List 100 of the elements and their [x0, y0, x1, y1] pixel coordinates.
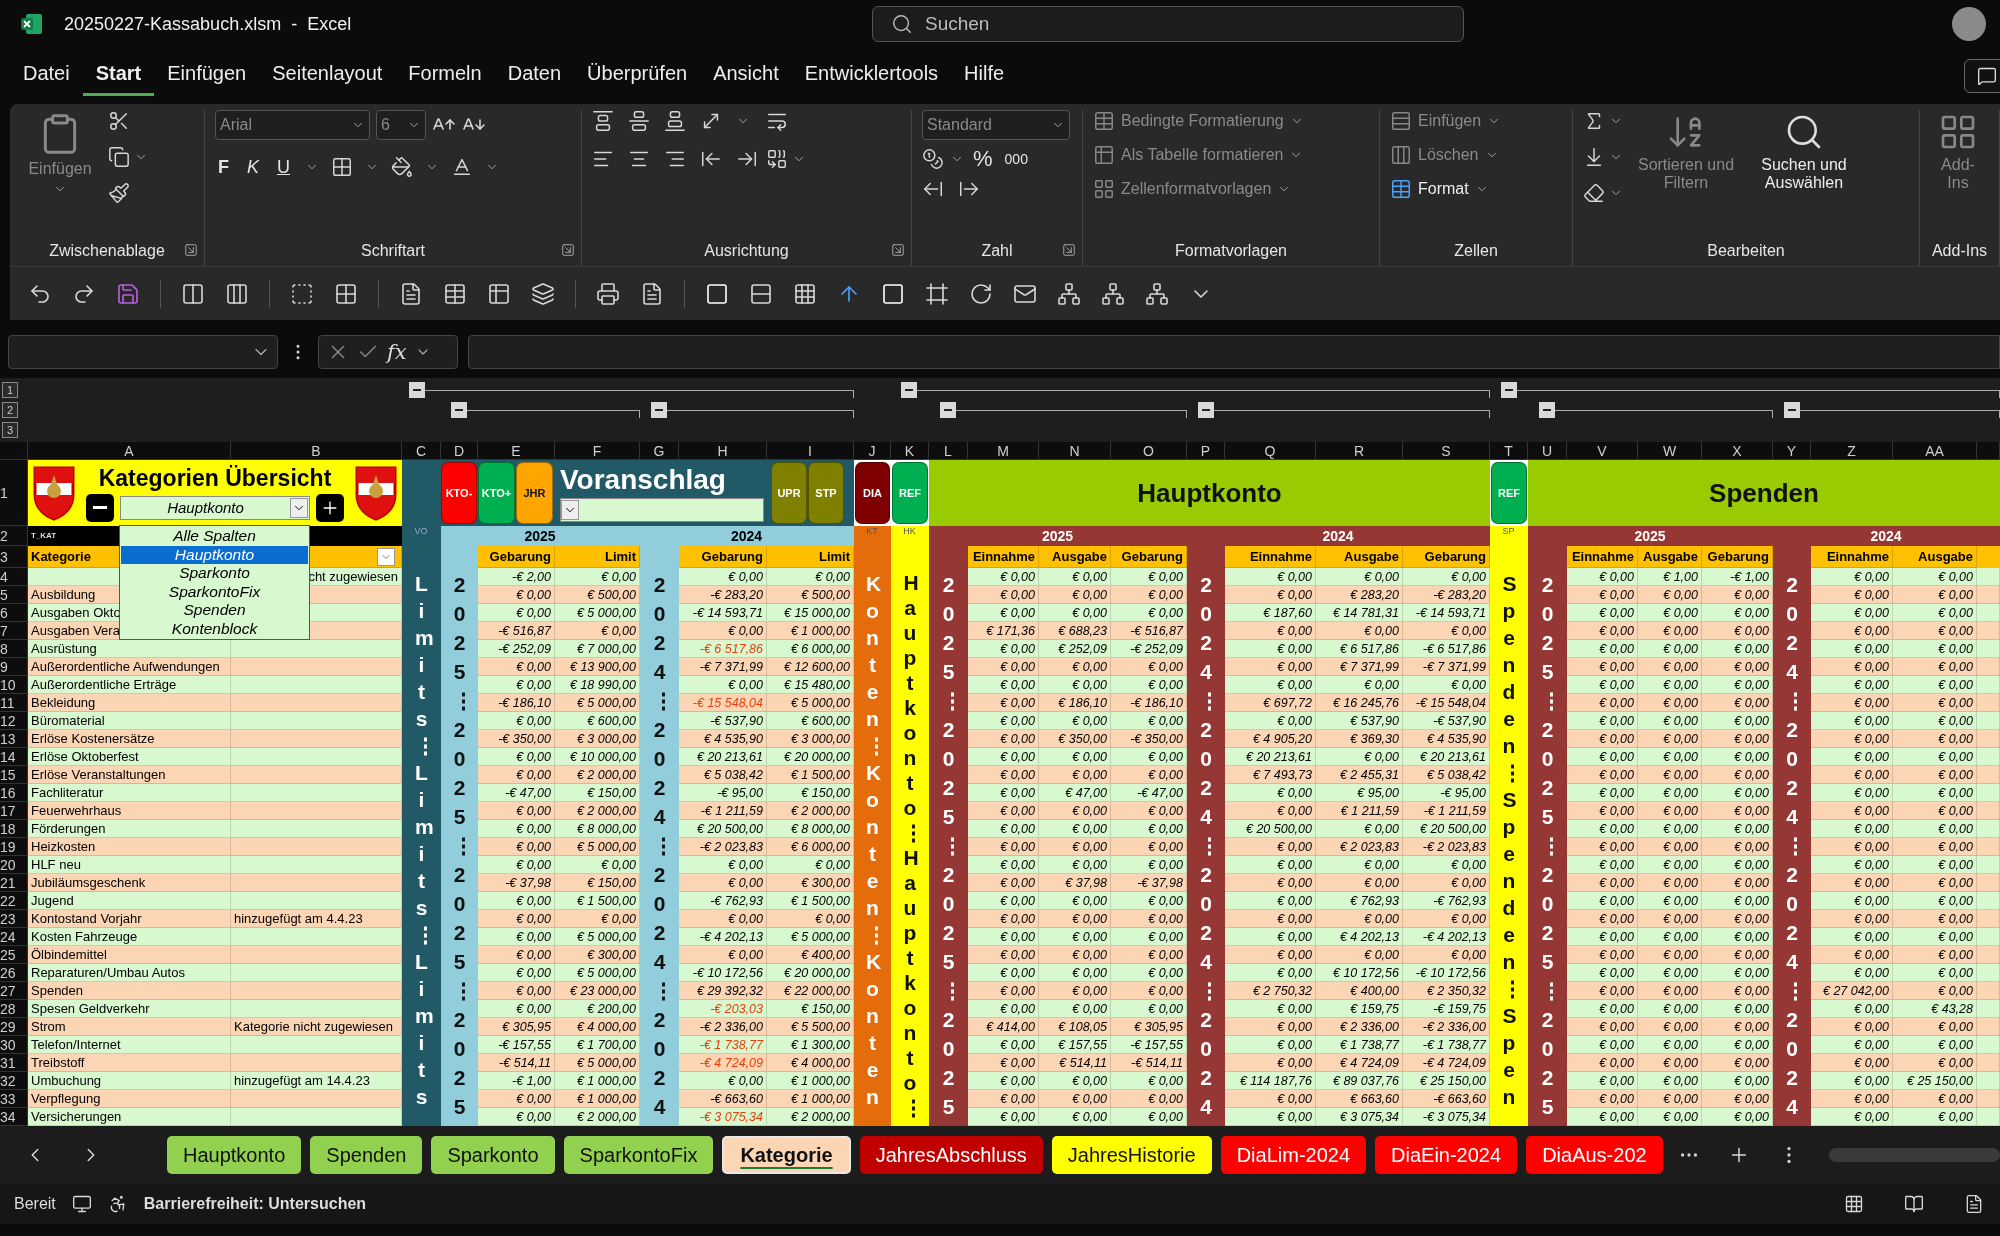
- row-header[interactable]: 27: [0, 982, 28, 1000]
- macro-button[interactable]: KTO-: [441, 462, 477, 524]
- column-header[interactable]: X: [1702, 442, 1773, 460]
- insert-function-button[interactable]: fx: [387, 340, 407, 364]
- printer-icon[interactable]: [596, 281, 620, 306]
- column-header[interactable]: B: [231, 442, 402, 460]
- sheet-tab[interactable]: DiaEin-2024: [1375, 1136, 1518, 1174]
- row-header[interactable]: 25: [0, 946, 28, 964]
- column-header[interactable]: E: [478, 442, 555, 460]
- column-header[interactable]: L: [929, 442, 968, 460]
- document-icon[interactable]: [399, 281, 423, 306]
- menu-tab[interactable]: Daten: [494, 56, 575, 96]
- sheet-tab[interactable]: DiaLim-2024: [1220, 1136, 1367, 1174]
- save-icon[interactable]: [116, 281, 140, 306]
- row-header[interactable]: 15: [0, 766, 28, 784]
- column-header[interactable]: J: [854, 442, 891, 460]
- frame-icon[interactable]: [925, 281, 949, 306]
- sheet-tab[interactable]: JahresAbschluss: [859, 1136, 1043, 1174]
- column-header[interactable]: C: [402, 442, 441, 460]
- layers-icon[interactable]: [531, 281, 555, 306]
- dialog-launcher-icon[interactable]: [891, 243, 905, 257]
- budget-combobox[interactable]: [560, 498, 764, 522]
- column-header[interactable]: K: [891, 442, 929, 460]
- sheet-tab[interactable]: DiaAus-202: [1526, 1136, 1663, 1174]
- row-header[interactable]: 20: [0, 856, 28, 874]
- row-header[interactable]: 11: [0, 694, 28, 712]
- merge-icon[interactable]: [766, 148, 788, 170]
- column-header[interactable]: Q: [1225, 442, 1316, 460]
- row-header[interactable]: 21: [0, 874, 28, 892]
- dialog-launcher-icon[interactable]: [184, 243, 198, 257]
- outline-level-button[interactable]: 3: [2, 422, 18, 438]
- collapse-button[interactable]: [451, 402, 467, 418]
- row-header[interactable]: 19: [0, 838, 28, 856]
- menu-tab[interactable]: Überprüfen: [574, 56, 701, 96]
- dropdown-option[interactable]: Alle Spalten: [121, 527, 308, 546]
- currency-icon[interactable]: [922, 148, 944, 170]
- macro-button[interactable]: UPR: [771, 462, 807, 524]
- collapse-button[interactable]: [651, 402, 667, 418]
- hierarchy-icon[interactable]: [1101, 281, 1125, 306]
- column-header[interactable]: T: [1490, 442, 1528, 460]
- outline-level-button[interactable]: 1: [2, 382, 18, 398]
- hierarchy-icon[interactable]: [1057, 281, 1081, 306]
- row-header[interactable]: 1: [0, 460, 28, 526]
- collapse-button[interactable]: [409, 382, 425, 398]
- rows-icon[interactable]: [749, 281, 773, 306]
- filter-button[interactable]: [377, 547, 395, 566]
- macro-button[interactable]: STP: [808, 462, 844, 524]
- grid-icon[interactable]: [334, 281, 358, 306]
- row-header[interactable]: 26: [0, 964, 28, 982]
- column-header[interactable]: AA: [1893, 442, 1977, 460]
- row-header[interactable]: 16: [0, 784, 28, 802]
- dialog-launcher-icon[interactable]: [1062, 243, 1076, 257]
- table-grid-icon[interactable]: [487, 281, 511, 306]
- add-button[interactable]: [316, 493, 344, 522]
- square-icon[interactable]: [881, 281, 905, 306]
- number-format-select[interactable]: Standard: [922, 110, 1070, 140]
- page-icon[interactable]: [640, 281, 664, 306]
- row-header[interactable]: 17: [0, 802, 28, 820]
- menu-tab[interactable]: Einfügen: [154, 56, 260, 96]
- thousands-button[interactable]: 000: [1001, 151, 1031, 167]
- scrollbar[interactable]: [1828, 1148, 2000, 1162]
- columns-icon[interactable]: [181, 281, 205, 306]
- percent-button[interactable]: %: [970, 146, 996, 172]
- page-break-icon[interactable]: [1964, 1194, 1984, 1214]
- row-header[interactable]: 33: [0, 1090, 28, 1108]
- square-icon[interactable]: [705, 281, 729, 306]
- row-header[interactable]: 24: [0, 928, 28, 946]
- column-header[interactable]: U: [1528, 442, 1567, 460]
- align-bottom-icon[interactable]: [664, 110, 686, 132]
- row-header[interactable]: 30: [0, 1036, 28, 1054]
- row-header[interactable]: 14: [0, 748, 28, 766]
- row-header[interactable]: 3: [0, 546, 28, 568]
- row-header[interactable]: 32: [0, 1072, 28, 1090]
- column-header[interactable]: M: [968, 442, 1039, 460]
- dropdown-option[interactable]: Hauptkonto: [121, 545, 308, 564]
- row-header[interactable]: 28: [0, 1000, 28, 1018]
- borders-icon[interactable]: [331, 156, 353, 178]
- menu-tab[interactable]: Entwicklertools: [791, 56, 952, 96]
- sheet-tab[interactable]: Kategorie: [722, 1136, 851, 1174]
- column-header[interactable]: I: [767, 442, 854, 460]
- row-header[interactable]: 5: [0, 586, 28, 604]
- row-header[interactable]: 10: [0, 676, 28, 694]
- comments-button[interactable]: [1964, 59, 2000, 93]
- column-header[interactable]: Y: [1773, 442, 1811, 460]
- column-header[interactable]: Z: [1811, 442, 1893, 460]
- align-middle-icon[interactable]: [628, 110, 650, 132]
- remove-button[interactable]: [86, 493, 114, 522]
- eraser-icon[interactable]: [1583, 182, 1605, 204]
- row-header[interactable]: 4: [0, 568, 28, 586]
- split-columns-icon[interactable]: [225, 281, 249, 306]
- category-combobox[interactable]: Hauptkonto: [120, 495, 310, 520]
- column-header[interactable]: V: [1567, 442, 1638, 460]
- find-select-button[interactable]: Suchen und Auswählen: [1749, 110, 1859, 194]
- row-header[interactable]: 34: [0, 1108, 28, 1126]
- row-header[interactable]: 9: [0, 658, 28, 676]
- column-header[interactable]: F: [555, 442, 640, 460]
- column-header[interactable]: D: [441, 442, 478, 460]
- row-header[interactable]: 29: [0, 1018, 28, 1036]
- sheet-tab[interactable]: Hauptkonto: [167, 1136, 302, 1174]
- column-header[interactable]: R: [1316, 442, 1403, 460]
